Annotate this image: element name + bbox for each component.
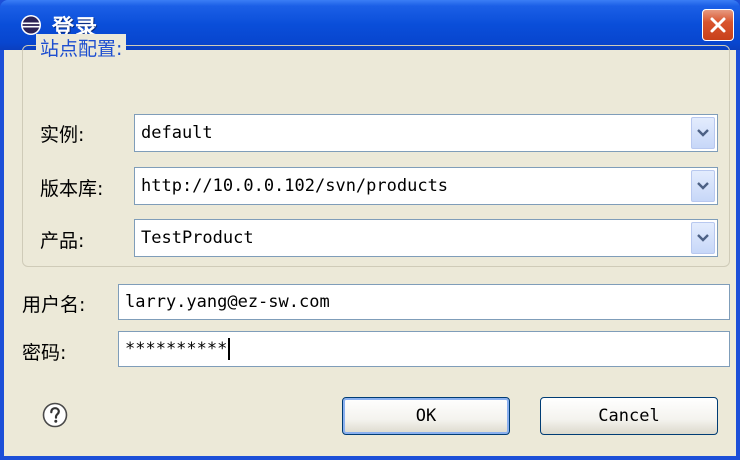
eclipse-icon <box>20 14 42 36</box>
instance-select[interactable]: default <box>134 114 718 152</box>
product-select[interactable]: TestProduct <box>134 219 718 257</box>
instance-label: 实例: <box>40 124 85 146</box>
close-button[interactable] <box>702 9 734 41</box>
chevron-down-icon <box>697 234 709 242</box>
repository-select[interactable]: http://10.0.0.102/svn/products <box>134 167 718 205</box>
chevron-down-icon <box>697 182 709 190</box>
chevron-down-icon <box>697 129 709 137</box>
product-label: 产品: <box>40 230 85 252</box>
login-dialog: 登录 站点配置: 实例: default 版本库: http://10.0.0.… <box>0 0 740 460</box>
password-value: ********** <box>125 339 228 359</box>
help-icon[interactable] <box>42 402 68 428</box>
instance-value: default <box>141 123 213 143</box>
text-caret <box>228 338 231 360</box>
password-input[interactable]: ********** <box>118 331 730 367</box>
product-value: TestProduct <box>141 228 254 248</box>
cancel-button[interactable]: Cancel <box>540 397 718 435</box>
username-input[interactable]: larry.yang@ez-sw.com <box>118 284 730 320</box>
instance-dropdown-button[interactable] <box>691 117 715 149</box>
repository-value: http://10.0.0.102/svn/products <box>141 176 449 196</box>
product-dropdown-button[interactable] <box>691 222 715 254</box>
ok-button[interactable]: OK <box>342 397 510 435</box>
username-label: 用户名: <box>22 294 86 316</box>
site-config-legend: 站点配置: <box>36 34 127 61</box>
repository-dropdown-button[interactable] <box>691 170 715 202</box>
password-label: 密码: <box>22 342 67 364</box>
close-icon <box>710 17 726 33</box>
repository-label: 版本库: <box>40 178 104 200</box>
username-value: larry.yang@ez-sw.com <box>125 292 330 312</box>
